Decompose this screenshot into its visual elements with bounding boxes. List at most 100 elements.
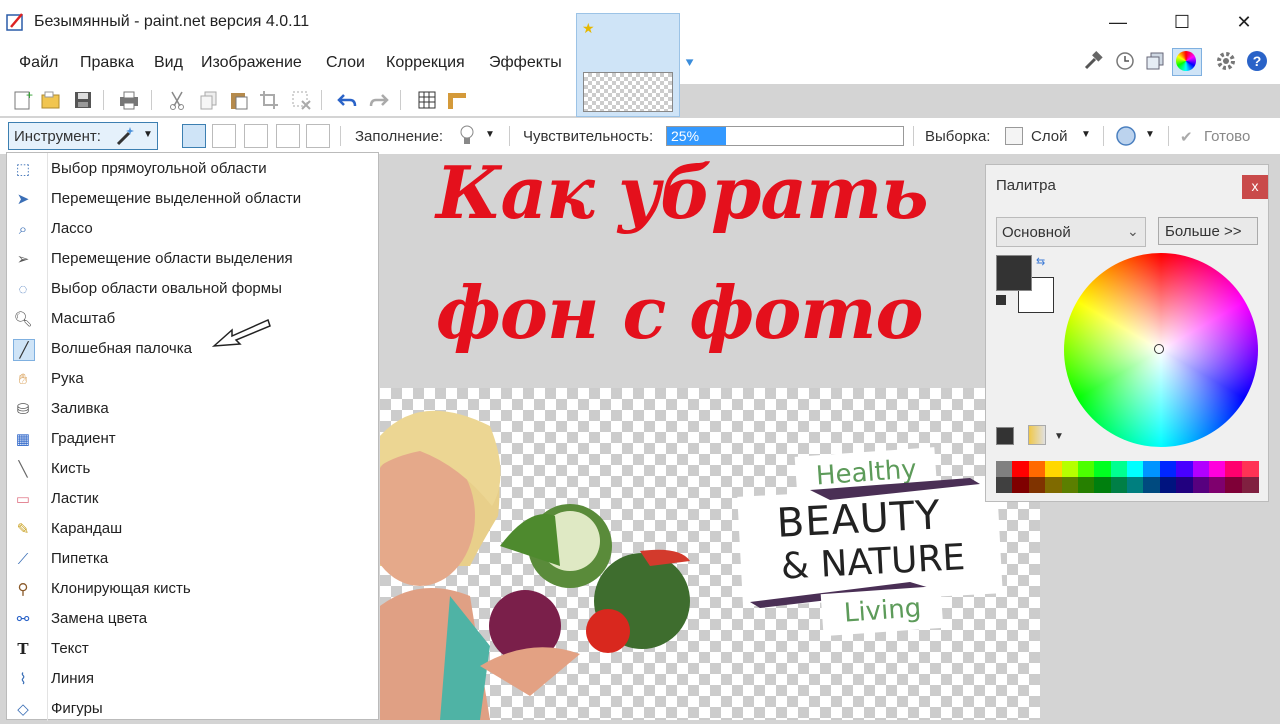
palette-swatch[interactable]: [1012, 461, 1030, 477]
tool-item[interactable]: ⟋ Пипетка: [7, 544, 377, 574]
tool-item[interactable]: ➢ Перемещение области выделения: [7, 244, 377, 274]
color-wheel-cursor[interactable]: [1154, 344, 1164, 354]
palette-swatch[interactable]: [1143, 477, 1161, 493]
palette-swatches[interactable]: [996, 461, 1259, 493]
palette-swatch[interactable]: [1110, 477, 1128, 493]
palette-swatch[interactable]: [1159, 477, 1177, 493]
new-image-icon[interactable]: +: [12, 89, 34, 111]
selection-mode-replace[interactable]: [182, 124, 206, 148]
menu-view[interactable]: Вид: [154, 54, 183, 72]
reset-colors-icon[interactable]: [996, 295, 1006, 305]
document-tab[interactable]: ★: [576, 13, 680, 117]
palette-swatch[interactable]: [1208, 477, 1226, 493]
selection-mode-union[interactable]: [212, 124, 236, 148]
palette-swatch[interactable]: [1225, 461, 1243, 477]
chevron-down-icon[interactable]: ▼: [1081, 129, 1091, 140]
selection-mode-exclude[interactable]: [244, 124, 268, 148]
palette-swatch[interactable]: [1192, 461, 1210, 477]
palette-swatch[interactable]: [1061, 477, 1079, 493]
layers-icon[interactable]: [1144, 50, 1166, 72]
swap-colors-icon[interactable]: ⇆: [1036, 255, 1045, 268]
tool-item[interactable]: 🔍︎ Масштаб: [7, 304, 377, 334]
chevron-down-icon[interactable]: ▼: [1145, 129, 1155, 140]
chevron-down-icon[interactable]: ▼: [1054, 431, 1064, 442]
palette-swatch[interactable]: [1176, 461, 1194, 477]
palette-swatch[interactable]: [1077, 477, 1095, 493]
palette-swatch[interactable]: [1127, 461, 1144, 477]
palette-swatch[interactable]: [1061, 461, 1079, 477]
tools-window-icon[interactable]: [1082, 50, 1104, 72]
tolerance-slider[interactable]: 25%: [666, 126, 904, 146]
sampling-value[interactable]: Слой: [1031, 128, 1067, 145]
tool-item[interactable]: ⬚ Выбор прямоугольной области: [7, 154, 377, 184]
tool-item[interactable]: ✋︎ Рука: [7, 364, 377, 394]
palette-swatch[interactable]: [1045, 461, 1063, 477]
menu-file[interactable]: Файл: [19, 54, 58, 72]
maximize-button[interactable]: ☐: [1162, 6, 1202, 38]
tool-item[interactable]: ▦ Градиент: [7, 424, 377, 454]
crop-icon[interactable]: [258, 89, 280, 111]
palette-swatch[interactable]: [1077, 461, 1095, 477]
palette-swatch[interactable]: [1241, 461, 1259, 477]
menu-layers[interactable]: Слои: [326, 54, 365, 72]
palette-swatch[interactable]: [1159, 461, 1177, 477]
fill-mode-icon[interactable]: [458, 124, 476, 148]
close-button[interactable]: ✕: [1224, 6, 1264, 38]
tool-item[interactable]: ╲ Кисть: [7, 454, 377, 484]
copy-icon[interactable]: [198, 89, 220, 111]
palette-swatch[interactable]: [1241, 477, 1259, 493]
palette-swatch[interactable]: [1110, 461, 1128, 477]
palette-swatch[interactable]: [1028, 461, 1046, 477]
menu-edit[interactable]: Правка: [80, 54, 134, 72]
tool-item[interactable]: ◌ Выбор области овальной формы: [7, 274, 377, 304]
palette-swatch[interactable]: [1176, 477, 1194, 493]
gear-icon[interactable]: [1216, 51, 1236, 71]
tool-item[interactable]: ⌕ Лассо: [7, 214, 377, 244]
palette-swatch[interactable]: [1045, 477, 1063, 493]
menu-adjustments[interactable]: Коррекция: [386, 54, 465, 72]
ruler-icon[interactable]: [446, 89, 468, 111]
palette-menu-icon[interactable]: [1028, 425, 1046, 445]
history-icon[interactable]: [1114, 50, 1136, 72]
palette-swatch[interactable]: [1094, 477, 1112, 493]
menu-image[interactable]: Изображение: [201, 54, 302, 72]
tool-item[interactable]: T Текст: [7, 634, 377, 664]
tool-item[interactable]: ⚲ Клонирующая кисть: [7, 574, 377, 604]
selection-mode-intersect[interactable]: [276, 124, 300, 148]
done-button[interactable]: Готово: [1204, 128, 1250, 145]
help-icon[interactable]: ?: [1246, 50, 1268, 72]
palette-swatch[interactable]: [1012, 477, 1030, 493]
grid-icon[interactable]: [416, 89, 438, 111]
palette-swatch[interactable]: [1028, 477, 1046, 493]
cut-icon[interactable]: [166, 89, 188, 111]
add-to-palette-icon[interactable]: [996, 427, 1014, 445]
palette-swatch[interactable]: [1192, 477, 1210, 493]
primary-color-swatch[interactable]: [996, 255, 1032, 291]
antialiasing-icon[interactable]: [1114, 124, 1138, 148]
redo-icon[interactable]: [368, 89, 390, 111]
chevron-down-icon[interactable]: ▼: [485, 129, 495, 140]
tool-item[interactable]: ✎ Карандаш: [7, 514, 377, 544]
tool-item[interactable]: ⌇ Линия: [7, 664, 377, 694]
deselect-icon[interactable]: [290, 89, 312, 111]
tool-item[interactable]: ▭ Ластик: [7, 484, 377, 514]
palette-swatch[interactable]: [1094, 461, 1112, 477]
menu-effects[interactable]: Эффекты: [489, 54, 562, 72]
palette-more-button[interactable]: Больше >>: [1158, 217, 1258, 245]
tool-item[interactable]: ⚯ Замена цвета: [7, 604, 377, 634]
palette-swatch[interactable]: [1208, 461, 1226, 477]
palette-close-button[interactable]: x: [1242, 175, 1268, 199]
selection-mode-invert[interactable]: [306, 124, 330, 148]
tool-item[interactable]: ╱ Волшебная палочка: [7, 334, 377, 364]
palette-swatch[interactable]: [996, 461, 1013, 477]
palette-swatch[interactable]: [1143, 461, 1161, 477]
palette-swatch[interactable]: [1225, 477, 1243, 493]
tool-item[interactable]: ⛁ Заливка: [7, 394, 377, 424]
tab-dropdown-icon[interactable]: ⯆: [684, 55, 695, 72]
save-icon[interactable]: [72, 89, 94, 111]
palette-swatch[interactable]: [1127, 477, 1144, 493]
print-icon[interactable]: [118, 89, 140, 111]
open-icon[interactable]: [40, 89, 62, 111]
palette-swatch[interactable]: [996, 477, 1013, 493]
tool-item[interactable]: ➤ Перемещение выделенной области: [7, 184, 377, 214]
